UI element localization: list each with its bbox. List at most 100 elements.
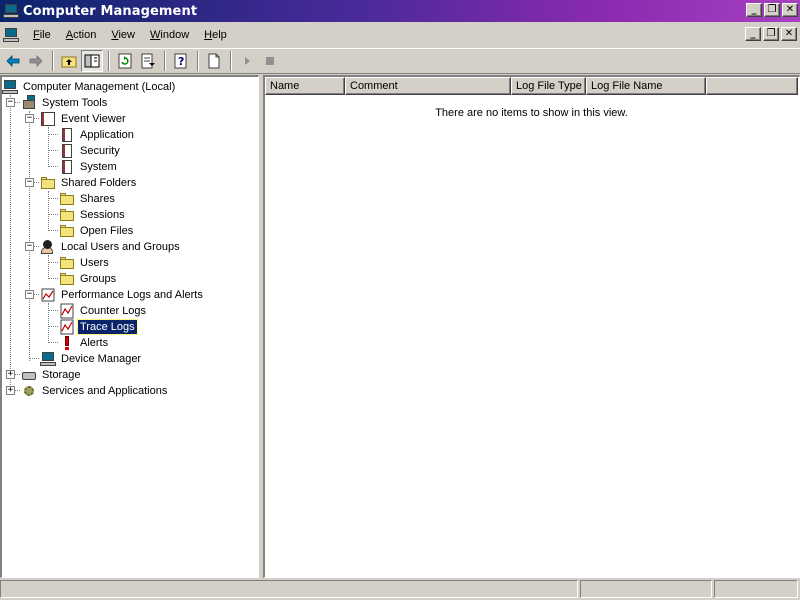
- tree-item-security-log[interactable]: Security: [59, 143, 122, 159]
- back-arrow-icon: [6, 55, 20, 67]
- tree-line: [48, 198, 58, 199]
- column-header-comment[interactable]: Comment: [345, 77, 511, 95]
- folder-icon: [59, 223, 75, 239]
- child-restore-button[interactable]: ❐: [763, 27, 779, 41]
- tree-line: [48, 326, 58, 327]
- tree-line: [48, 166, 58, 167]
- tree-line: [10, 95, 11, 393]
- collapse-system-tools[interactable]: −: [6, 98, 15, 107]
- storage-icon: [21, 367, 37, 383]
- collapse-event-viewer[interactable]: −: [25, 114, 34, 123]
- folder-icon: [59, 271, 75, 287]
- menu-action[interactable]: Action: [60, 29, 103, 41]
- tree-item-application-log[interactable]: Application: [59, 127, 136, 143]
- tree-item-users[interactable]: Users: [59, 255, 111, 271]
- tree-item-open-files[interactable]: Open Files: [59, 223, 135, 239]
- tree-item-trace-logs[interactable]: Trace Logs: [59, 319, 138, 335]
- close-button[interactable]: ✕: [782, 3, 798, 17]
- system-menu-icon[interactable]: [3, 27, 19, 43]
- tree-line: [48, 134, 58, 135]
- show-hide-tree-icon: [84, 54, 100, 68]
- expand-services[interactable]: +: [6, 386, 15, 395]
- tree-item-shared-folders[interactable]: Shared Folders: [40, 175, 138, 191]
- event-viewer-icon: [40, 111, 56, 127]
- tree-line: [29, 111, 30, 361]
- log-icon: [59, 127, 75, 143]
- title-bar[interactable]: Computer Management _ ❐ ✕: [0, 0, 800, 22]
- new-button[interactable]: [203, 50, 225, 72]
- users-icon: [40, 239, 56, 255]
- column-header-log-file-name[interactable]: Log File Name: [586, 77, 706, 95]
- tree-item-storage[interactable]: Storage: [21, 367, 83, 383]
- menu-bar: File Action View Window Help _ ❐ ✕: [0, 24, 800, 46]
- tree-item-services-and-applications[interactable]: Services and Applications: [21, 383, 169, 399]
- tree-line: [48, 262, 58, 263]
- back-button[interactable]: [2, 50, 24, 72]
- column-header-name[interactable]: Name: [265, 77, 345, 95]
- tools-icon: [21, 95, 37, 111]
- toolbar-separator: [108, 51, 110, 71]
- collapse-shared-folders[interactable]: −: [25, 178, 34, 187]
- tree-item-alerts[interactable]: Alerts: [59, 335, 110, 351]
- folder-icon: [59, 207, 75, 223]
- device-manager-icon: [40, 351, 56, 367]
- tree-item-groups[interactable]: Groups: [59, 271, 118, 287]
- performance-icon: [40, 287, 56, 303]
- console-tree[interactable]: − − − − − + + Computer Management (Local…: [0, 75, 259, 578]
- help-button[interactable]: ?: [170, 50, 192, 72]
- tree-item-event-viewer[interactable]: Event Viewer: [40, 111, 128, 127]
- window-title: Computer Management: [23, 3, 198, 19]
- refresh-icon: [118, 53, 132, 69]
- tree-item-performance-logs-and-alerts[interactable]: Performance Logs and Alerts: [40, 287, 205, 303]
- forward-button[interactable]: [25, 50, 47, 72]
- tree-line: [29, 358, 39, 359]
- child-minimize-button[interactable]: _: [745, 27, 761, 41]
- maximize-button[interactable]: ❐: [764, 3, 780, 17]
- minimize-button[interactable]: _: [746, 3, 762, 17]
- svg-text:?: ?: [178, 55, 184, 68]
- new-document-icon: [208, 53, 220, 69]
- tree-line: [48, 214, 58, 215]
- tree-item-shares[interactable]: Shares: [59, 191, 117, 207]
- folder-icon: [59, 191, 75, 207]
- expand-storage[interactable]: +: [6, 370, 15, 379]
- toolbar-separator: [230, 51, 232, 71]
- show-hide-tree-button[interactable]: [81, 50, 103, 72]
- collapse-performance-logs[interactable]: −: [25, 290, 34, 299]
- folder-icon: [59, 255, 75, 271]
- column-header-log-file-type[interactable]: Log File Type: [511, 77, 586, 95]
- tree-item-sessions[interactable]: Sessions: [59, 207, 127, 223]
- tree-item-counter-logs[interactable]: Counter Logs: [59, 303, 148, 319]
- tree-item-system-tools[interactable]: System Tools: [21, 95, 109, 111]
- stop-button[interactable]: [259, 50, 281, 72]
- status-pane-3: [714, 580, 798, 598]
- menu-window[interactable]: Window: [144, 29, 195, 41]
- tree-line: [48, 310, 58, 311]
- export-list-button[interactable]: [137, 50, 159, 72]
- tree-item-local-users-and-groups[interactable]: Local Users and Groups: [40, 239, 182, 255]
- refresh-button[interactable]: [114, 50, 136, 72]
- menu-file[interactable]: File: [27, 29, 57, 41]
- tree-item-device-manager[interactable]: Device Manager: [40, 351, 143, 367]
- tree-line: [48, 191, 49, 231]
- tree-line: [48, 150, 58, 151]
- collapse-local-users[interactable]: −: [25, 242, 34, 251]
- tree-line: [48, 278, 58, 279]
- menu-view[interactable]: View: [105, 29, 141, 41]
- stop-icon: [266, 57, 274, 65]
- tree-item-computer-management[interactable]: Computer Management (Local): [2, 79, 177, 95]
- tree-line: [48, 127, 49, 167]
- menu-help[interactable]: Help: [198, 29, 233, 41]
- log-icon: [59, 143, 75, 159]
- up-folder-icon: [61, 56, 77, 68]
- column-header-filler: [706, 77, 798, 95]
- computer-management-icon: [3, 3, 19, 19]
- tree-line: [48, 230, 58, 231]
- child-window-buttons: _ ❐ ✕: [743, 27, 797, 41]
- child-close-button[interactable]: ✕: [781, 27, 797, 41]
- details-pane[interactable]: Name Comment Log File Type Log File Name…: [263, 75, 800, 578]
- list-header: Name Comment Log File Type Log File Name: [265, 77, 798, 95]
- start-button[interactable]: [236, 50, 258, 72]
- up-one-level-button[interactable]: [58, 50, 80, 72]
- tree-item-system-log[interactable]: System: [59, 159, 119, 175]
